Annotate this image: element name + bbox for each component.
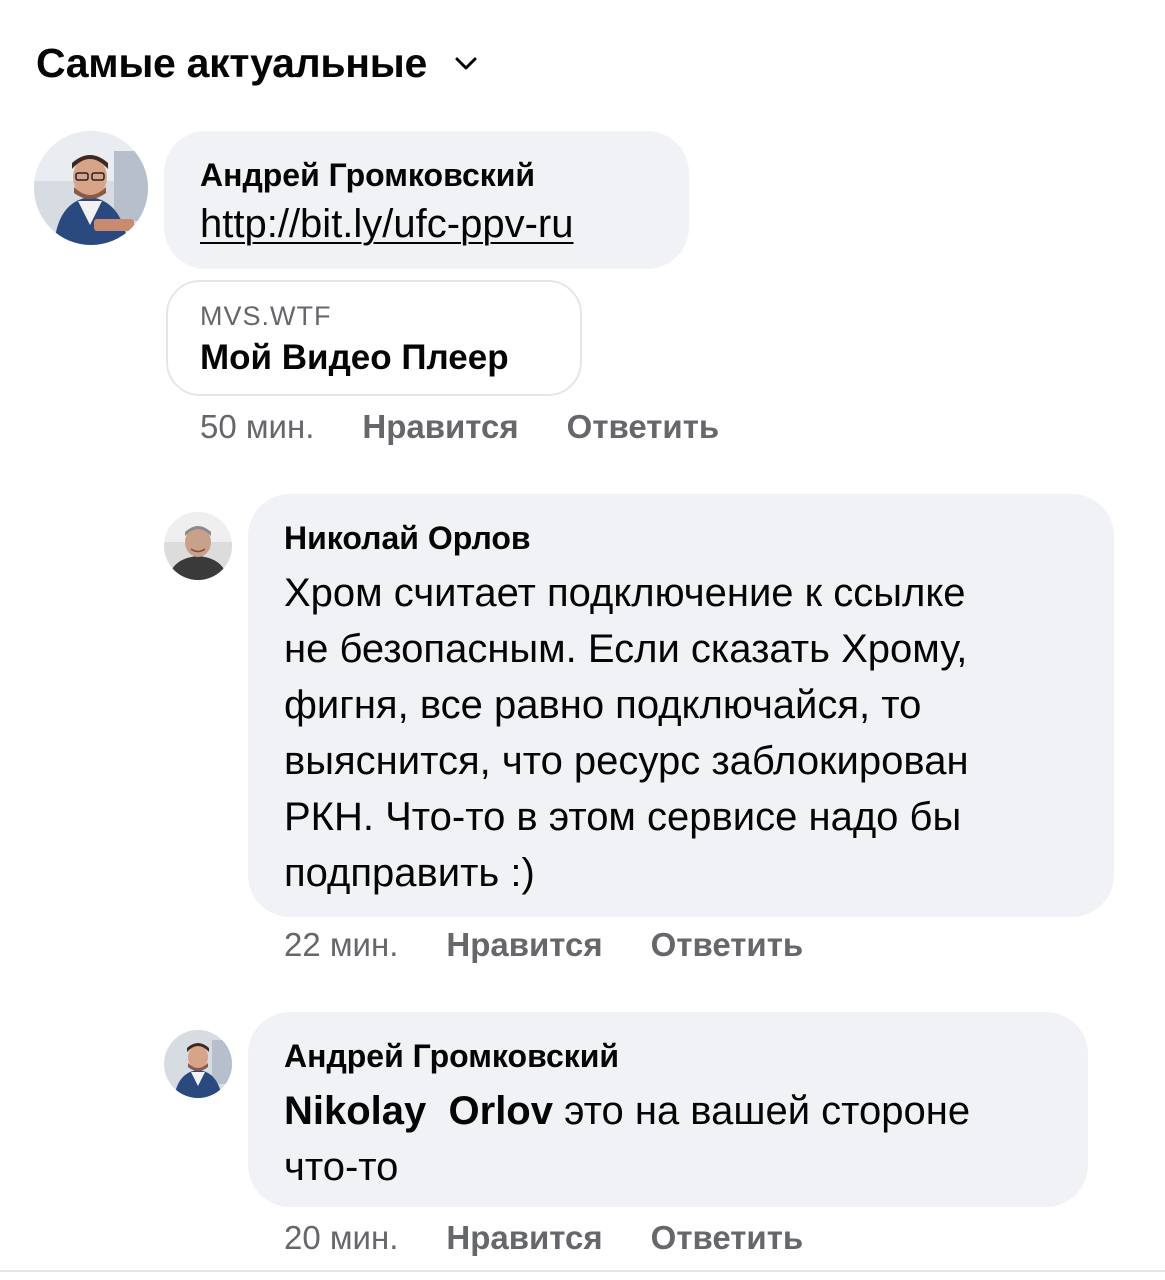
comment-actions: 50 мин. Нравится Ответить	[200, 408, 719, 446]
link-preview-card[interactable]: MVS.WTF Мой Видео Плеер	[166, 280, 582, 396]
avatar[interactable]	[34, 131, 148, 245]
sort-dropdown[interactable]: Самые актуальные	[36, 40, 479, 87]
mention-link[interactable]: Nikolay Orlov	[284, 1089, 553, 1133]
reply-button[interactable]: Ответить	[567, 408, 720, 446]
comment-author[interactable]: Николай Орлов	[284, 520, 1114, 557]
comment-text-line: РКН. Что-то в этом сервисе надо бы	[284, 795, 962, 839]
comment-text: Хром считает подключение к ссылке не без…	[284, 565, 1114, 901]
comment-bubble: Андрей Громковский http://bit.ly/ufc-ppv…	[164, 131, 689, 269]
divider	[0, 1270, 1165, 1272]
chevron-down-icon	[455, 57, 477, 69]
comment-time[interactable]: 22 мин.	[284, 926, 398, 964]
comment-text-line: это на вашей стороне	[552, 1089, 971, 1133]
comment-text-line: фигня, все равно подключайся, то	[284, 683, 922, 727]
like-button[interactable]: Нравится	[446, 1219, 602, 1257]
reply-button[interactable]: Ответить	[651, 926, 804, 964]
comment-time[interactable]: 20 мин.	[284, 1219, 398, 1257]
comment-text-line: подправить :)	[284, 851, 535, 895]
comment-actions: 22 мин. Нравится Ответить	[284, 926, 803, 964]
preview-domain: MVS.WTF	[200, 301, 332, 331]
like-button[interactable]: Нравится	[446, 926, 602, 964]
reply-button[interactable]: Ответить	[651, 1219, 804, 1257]
avatar[interactable]	[164, 512, 232, 580]
comment-text-line: что-то	[284, 1145, 399, 1189]
comment-text-line: не безопасным. Если сказать Хрому,	[284, 627, 968, 671]
comment-text-line: Хром считает подключение к ссылке	[284, 571, 966, 615]
comment-actions: 20 мин. Нравится Ответить	[284, 1219, 803, 1257]
comment-time[interactable]: 50 мин.	[200, 408, 314, 446]
like-button[interactable]: Нравится	[362, 408, 518, 446]
comment-link[interactable]: http://bit.ly/ufc-ppv-ru	[200, 202, 573, 246]
comment-text-line: выяснится, что ресурс заблокирован	[284, 739, 969, 783]
comment-text: Nikolay Orlov это на вашей стороне что-т…	[284, 1083, 1088, 1195]
preview-title: Мой Видео Плеер	[200, 338, 509, 377]
avatar[interactable]	[164, 1030, 232, 1098]
comment-bubble: Андрей Громковский Nikolay Orlov это на …	[248, 1012, 1088, 1207]
comment-author[interactable]: Андрей Громковский	[284, 1038, 1088, 1075]
comment-author[interactable]: Андрей Громковский	[200, 157, 689, 194]
sort-label: Самые актуальные	[36, 40, 427, 86]
comment-bubble: Николай Орлов Хром считает подключение к…	[248, 494, 1114, 917]
